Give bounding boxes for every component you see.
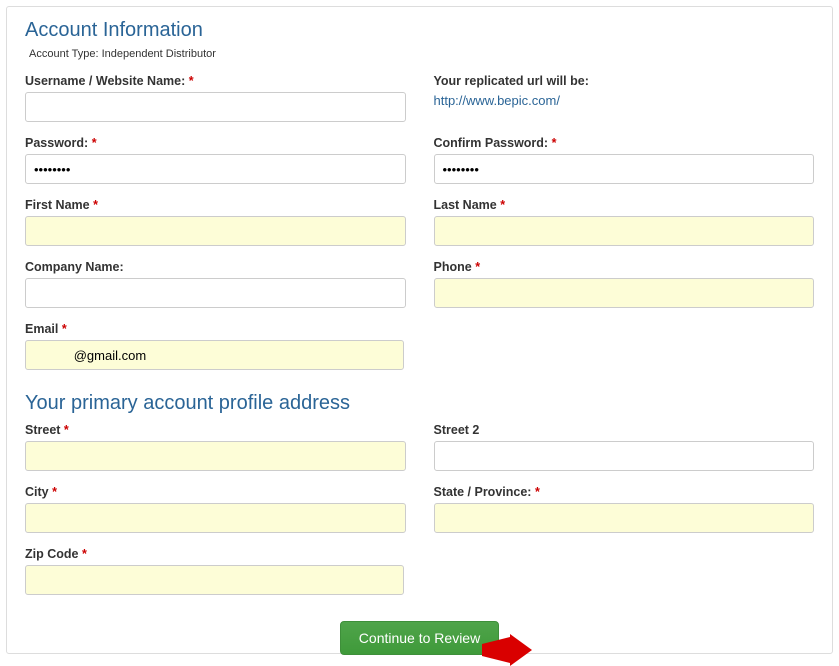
continue-to-review-button[interactable]: Continue to Review bbox=[340, 621, 499, 655]
street-label-text: Street bbox=[25, 423, 60, 437]
account-type-label: Account Type: Independent Distributor bbox=[29, 48, 814, 60]
replicated-url-label: Your replicated url will be: bbox=[434, 74, 815, 88]
zip-label-text: Zip Code bbox=[25, 547, 78, 561]
street2-label: Street 2 bbox=[434, 423, 815, 437]
required-mark: * bbox=[552, 136, 557, 150]
password-label-text: Password: bbox=[25, 136, 88, 150]
confirm-password-label: Confirm Password: * bbox=[434, 136, 815, 150]
last-name-input[interactable] bbox=[434, 216, 815, 246]
company-name-input[interactable] bbox=[25, 278, 406, 308]
first-name-label-text: First Name bbox=[25, 198, 90, 212]
required-mark: * bbox=[189, 74, 194, 88]
city-label-text: City bbox=[25, 485, 49, 499]
phone-label-text: Phone bbox=[434, 260, 472, 274]
first-name-label: First Name * bbox=[25, 198, 406, 212]
required-mark: * bbox=[93, 198, 98, 212]
required-mark: * bbox=[52, 485, 57, 499]
confirm-password-label-text: Confirm Password: bbox=[434, 136, 549, 150]
username-label: Username / Website Name: * bbox=[25, 74, 406, 88]
replicated-url-link[interactable]: http://www.bepic.com/ bbox=[434, 93, 560, 108]
required-mark: * bbox=[82, 547, 87, 561]
email-input[interactable] bbox=[25, 340, 404, 370]
username-label-text: Username / Website Name: bbox=[25, 74, 185, 88]
password-label: Password: * bbox=[25, 136, 406, 150]
required-mark: * bbox=[62, 322, 67, 336]
email-label-text: Email bbox=[25, 322, 58, 336]
company-name-label: Company Name: bbox=[25, 260, 406, 274]
address-section-title: Your primary account profile address bbox=[25, 392, 814, 415]
street2-input[interactable] bbox=[434, 441, 815, 471]
account-info-title: Account Information bbox=[25, 19, 814, 42]
required-mark: * bbox=[92, 136, 97, 150]
phone-input[interactable] bbox=[434, 278, 815, 308]
city-label: City * bbox=[25, 485, 406, 499]
street-label: Street * bbox=[25, 423, 406, 437]
state-input[interactable] bbox=[434, 503, 815, 533]
email-label: Email * bbox=[25, 322, 404, 336]
last-name-label-text: Last Name bbox=[434, 198, 497, 212]
required-mark: * bbox=[535, 485, 540, 499]
zip-label: Zip Code * bbox=[25, 547, 404, 561]
last-name-label: Last Name * bbox=[434, 198, 815, 212]
required-mark: * bbox=[500, 198, 505, 212]
required-mark: * bbox=[475, 260, 480, 274]
zip-input[interactable] bbox=[25, 565, 404, 595]
username-input[interactable] bbox=[25, 92, 406, 122]
city-input[interactable] bbox=[25, 503, 406, 533]
confirm-password-input[interactable] bbox=[434, 154, 815, 184]
state-label: State / Province: * bbox=[434, 485, 815, 499]
required-mark: * bbox=[64, 423, 69, 437]
phone-label: Phone * bbox=[434, 260, 815, 274]
password-input[interactable] bbox=[25, 154, 406, 184]
street-input[interactable] bbox=[25, 441, 406, 471]
state-label-text: State / Province: bbox=[434, 485, 532, 499]
first-name-input[interactable] bbox=[25, 216, 406, 246]
